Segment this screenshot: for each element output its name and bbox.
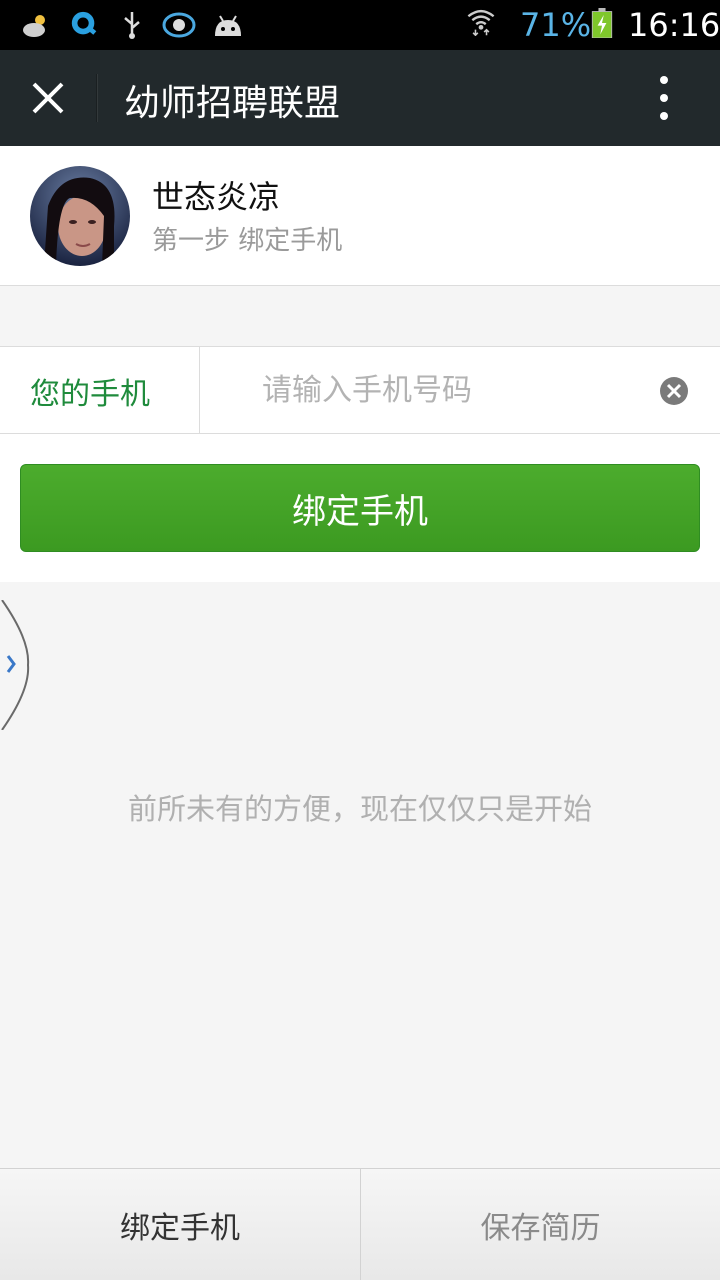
slogan-text: 前所未有的方便，现在仅仅只是开始	[127, 792, 592, 826]
side-drawer-handle[interactable]	[0, 600, 32, 730]
profile-header: 世态炎凉 第一步 绑定手机	[0, 146, 720, 286]
phone-input[interactable]	[262, 365, 642, 415]
qq-icon	[162, 12, 196, 38]
save-resume-button[interactable]: 保存简历	[360, 1169, 720, 1280]
battery-charging-icon	[591, 8, 613, 38]
page-title: 幼师招聘联盟	[124, 83, 341, 124]
clock: 16:16	[628, 6, 720, 44]
usb-icon	[124, 12, 140, 39]
bottom-bind-phone-button[interactable]: 绑定手机	[0, 1169, 360, 1280]
profile-name: 世态炎凉	[152, 178, 281, 216]
phone-label: 您的手机	[30, 377, 150, 412]
close-icon[interactable]	[18, 68, 78, 128]
weather-icon	[23, 15, 45, 37]
bind-button-area: 绑定手机	[0, 434, 720, 582]
bottom-toolbar: 绑定手机 保存简历	[0, 1168, 720, 1280]
status-bar: 71% 16:16	[0, 0, 720, 50]
battery-percent: 71%	[520, 6, 592, 44]
qq-browser-icon	[71, 11, 97, 35]
bind-phone-button[interactable]: 绑定手机	[20, 464, 700, 552]
title-divider	[96, 74, 98, 122]
android-icon	[215, 15, 241, 36]
avatar	[30, 166, 130, 266]
more-vertical-icon[interactable]	[640, 68, 690, 128]
phone-form-row: 您的手机	[0, 346, 720, 435]
step-indicator: 第一步 绑定手机	[152, 226, 343, 256]
wifi-icon	[467, 9, 495, 36]
clear-input-icon[interactable]	[658, 375, 690, 407]
title-bar: 幼师招聘联盟	[0, 50, 720, 146]
phone-divider	[199, 347, 200, 435]
